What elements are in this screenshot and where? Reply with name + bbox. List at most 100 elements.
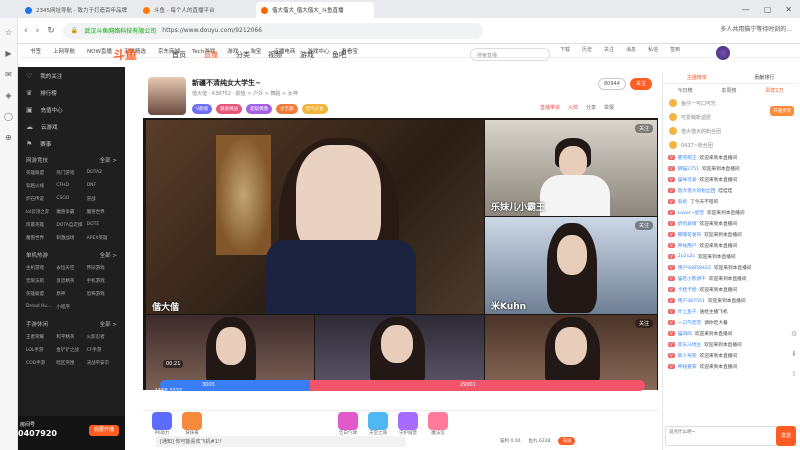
- message-link[interactable]: 消息: [626, 46, 636, 53]
- chat-icon[interactable]: ◯: [4, 112, 13, 121]
- gift-icon[interactable]: [428, 412, 448, 430]
- game-link[interactable]: DOTA自走棋: [56, 222, 86, 228]
- nav-home[interactable]: 首页: [172, 50, 186, 60]
- room-tag[interactable]: 魅惑挑战: [216, 104, 243, 114]
- gift-icon[interactable]: [152, 412, 172, 430]
- open-vip-button[interactable]: 开通贵宾: [770, 106, 794, 116]
- rocket-button[interactable]: 火箭: [568, 104, 578, 111]
- chat-user[interactable]: 狮猫2751: [678, 166, 699, 172]
- game-link[interactable]: 英雄联盟: [26, 170, 56, 176]
- game-link[interactable]: 魔兽世界: [87, 209, 117, 215]
- video-player[interactable]: 偕大偕 乐妹儿小霸王 关注 米Kuhn 关注 关注: [143, 118, 658, 390]
- more-link[interactable]: 全部 >: [100, 156, 117, 164]
- refresh-icon[interactable]: ↻: [47, 26, 55, 36]
- send-button[interactable]: 发送: [776, 426, 796, 446]
- minimize-icon[interactable]: —: [742, 5, 750, 14]
- game-link[interactable]: 和平精英: [56, 334, 86, 340]
- guest-follow-button[interactable]: 关注: [634, 319, 653, 328]
- nav-category[interactable]: 分类: [236, 50, 250, 60]
- game-link[interactable]: 手机游戏: [87, 278, 117, 284]
- game-link[interactable]: 火影忍者: [87, 334, 117, 340]
- chat-user[interactable]: 卡娃卡娃: [678, 287, 697, 293]
- settings-icon[interactable]: ⚙: [791, 330, 797, 338]
- tab-anchor-rank[interactable]: 主播榜单: [687, 74, 707, 81]
- tab-contrib-rank[interactable]: 贡献排行: [754, 74, 774, 81]
- url-field[interactable]: 🔒 武汉斗鱼网络科技有限公司 https://www.douyu.com/921…: [62, 22, 483, 39]
- tab-week[interactable]: 本周榜: [721, 87, 736, 94]
- game-link[interactable]: CFHD: [56, 183, 86, 189]
- chat-user[interactable]: 一口气吃完: [678, 320, 701, 326]
- game-link[interactable]: 逆战: [87, 196, 117, 202]
- rank-row[interactable]: 偕大偕大的粉丝团: [663, 124, 798, 138]
- chat-user[interactable]: Lover~星空: [678, 210, 704, 216]
- download-link[interactable]: 下载: [560, 46, 570, 53]
- nav-fishbar[interactable]: 鱼吧: [332, 50, 346, 60]
- mail-icon[interactable]: ✉: [5, 70, 12, 79]
- nav-video[interactable]: 视频: [268, 50, 282, 60]
- room-tag[interactable]: 才艺颜: [276, 104, 298, 114]
- close-icon[interactable]: ✕: [785, 5, 792, 14]
- chat-user[interactable]: 猫咪可爱: [678, 177, 697, 183]
- dm-link[interactable]: 私信: [648, 46, 658, 53]
- cart-icon[interactable]: ⊕: [5, 133, 12, 142]
- follow-link[interactable]: 关注: [604, 46, 614, 53]
- chat-user[interactable]: 神秘用户: [678, 243, 697, 249]
- nav-live[interactable]: 直播: [204, 50, 218, 60]
- game-link[interactable]: 恐怖游戏: [87, 291, 117, 297]
- game-link[interactable]: DNF: [87, 183, 117, 189]
- game-link[interactable]: 主机游戏: [26, 265, 56, 271]
- category-path[interactable]: 颜值 > 户外 > 舞蹈 > 女神: [236, 91, 298, 97]
- sidebar-item-event[interactable]: ⚑ 赛事: [18, 135, 125, 152]
- tab-today[interactable]: 今日榜: [677, 87, 692, 94]
- game-link[interactable]: 永恒天空: [56, 265, 86, 271]
- open-stream-button[interactable]: 我要开播: [89, 425, 119, 436]
- douyu-logo[interactable]: 斗鱼: [113, 46, 137, 63]
- game-link[interactable]: Dread Hu...: [26, 304, 56, 310]
- game-link[interactable]: 无限法则: [26, 278, 56, 284]
- chat-user[interactable]: 叶上鱼干: [678, 309, 697, 315]
- history-link[interactable]: 历史: [582, 46, 592, 53]
- anchor-avatar[interactable]: [148, 77, 186, 115]
- game-link[interactable]: 决战平安京: [87, 360, 117, 366]
- game-link[interactable]: 魔兽争霸: [56, 209, 86, 215]
- bookmark-item[interactable]: NOW直播: [87, 47, 112, 55]
- gift-icon[interactable]: [338, 412, 358, 430]
- game-link[interactable]: DOTE: [87, 222, 117, 228]
- chat-user[interactable]: 猫吃小熊饼干: [678, 276, 706, 282]
- game-link[interactable]: COD手游: [26, 360, 56, 366]
- chat-user[interactable]: 猫四四: [678, 331, 692, 337]
- chat-user[interactable]: 偕大偕大的粉丝团: [678, 188, 716, 194]
- sidebar-item-cloud[interactable]: ☁ 云游戏: [18, 118, 125, 135]
- guest-follow-button[interactable]: 关注: [634, 221, 653, 230]
- report-button[interactable]: 举报: [604, 104, 614, 111]
- checkin-link[interactable]: 签到: [670, 46, 680, 53]
- gift-icon[interactable]: [398, 412, 418, 430]
- maximize-icon[interactable]: ▢: [764, 5, 772, 14]
- chat-user[interactable]: 肥宅萌王: [678, 155, 697, 161]
- browser-tab-1[interactable]: 2345网址导航 - 致力于打造百年品牌: [20, 2, 138, 18]
- game-link[interactable]: 小程序: [56, 304, 86, 310]
- gift-icon[interactable]: [182, 412, 202, 430]
- browser-tab-3[interactable]: 偕大偕大_偕大偕大_斗鱼直播: [256, 2, 374, 18]
- anchor-name[interactable]: 偕大偕: [192, 91, 207, 97]
- game-link[interactable]: 魔兽世界: [26, 235, 56, 241]
- game-link[interactable]: 刺激战场: [56, 235, 86, 241]
- game-link[interactable]: 怀旧游戏: [87, 265, 117, 271]
- game-link[interactable]: 风暴英雄: [26, 222, 56, 228]
- game-link[interactable]: 暗区突围: [56, 360, 86, 366]
- more-link[interactable]: 全部 >: [100, 251, 117, 259]
- chat-user[interactable]: 系统: [678, 199, 687, 205]
- game-link[interactable]: 金铲铲之战: [56, 347, 86, 353]
- star-icon[interactable]: ☆: [5, 28, 12, 37]
- follow-button[interactable]: 关注: [629, 78, 652, 90]
- game-link[interactable]: CSGO: [56, 196, 86, 202]
- download-icon[interactable]: ⬇: [791, 350, 797, 358]
- bookmark-item[interactable]: 上网导航: [53, 47, 75, 55]
- chat-user[interactable]: 新人驾到: [678, 353, 697, 359]
- sidebar-item-recharge[interactable]: ▣ 充值中心: [18, 101, 125, 118]
- chat-user[interactable]: 2o2u2z: [678, 254, 695, 259]
- sidebar-item-rank[interactable]: ♛ 排行榜: [18, 84, 125, 101]
- gift-icon[interactable]: [368, 412, 388, 430]
- chat-user[interactable]: 嘟嘟花发布: [678, 232, 701, 238]
- room-tag[interactable]: V颜值: [192, 104, 213, 114]
